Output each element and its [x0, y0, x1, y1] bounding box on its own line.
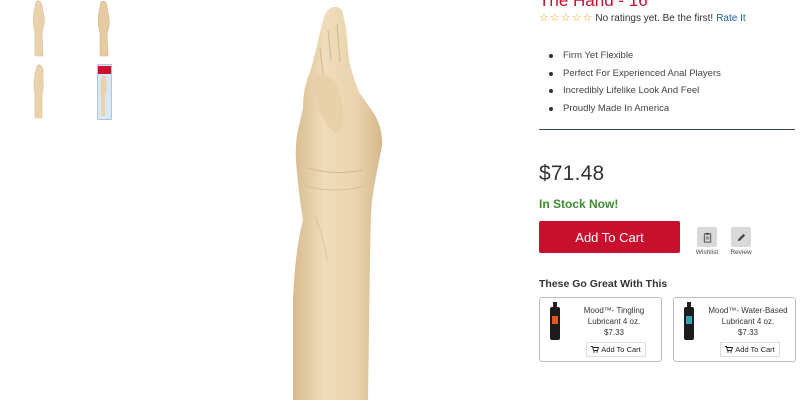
related-product-name[interactable]: Mood™- Water-Based Lubricant 4 oz.	[702, 305, 794, 327]
related-add-to-cart-label: Add To Cart	[601, 345, 641, 354]
thumbnail-1[interactable]	[20, 0, 60, 60]
product-info-panel: The Hand - 16 ☆ ☆ ☆ ☆ ☆ No ratings yet. …	[539, 0, 800, 400]
star-outline-icon[interactable]: ☆	[572, 13, 582, 24]
product-title: The Hand - 16	[539, 0, 648, 10]
lubricant-bottle-image	[683, 302, 695, 340]
rating-row: ☆ ☆ ☆ ☆ ☆ No ratings yet. Be the first! …	[539, 13, 746, 25]
wishlist-label: Wishlist	[695, 249, 719, 256]
product-price: $71.48	[539, 162, 605, 185]
star-outline-icon[interactable]: ☆	[539, 13, 549, 24]
thumbnail-4[interactable]	[84, 62, 124, 122]
product-photo	[293, 6, 383, 400]
rating-text: No ratings yet. Be the first!	[595, 13, 714, 24]
related-product-price: $7.33	[737, 328, 759, 337]
clipboard-icon[interactable]	[697, 227, 717, 247]
product-thumbnail-image	[97, 0, 110, 57]
wishlist-button[interactable]: Wishlist	[693, 227, 721, 256]
thumbnail-gallery	[20, 0, 130, 130]
star-outline-icon[interactable]: ☆	[561, 13, 571, 24]
related-add-to-cart-button[interactable]: Add To Cart	[586, 342, 646, 357]
review-button[interactable]: Review	[727, 227, 755, 256]
feature-item: Perfect For Experienced Anal Players	[549, 65, 721, 83]
related-product-card[interactable]: Mood™- Water-Based Lubricant 4 oz. $7.33…	[673, 297, 796, 362]
star-outline-icon[interactable]: ☆	[550, 13, 560, 24]
section-divider	[539, 129, 795, 130]
cart-icon	[725, 346, 734, 353]
related-product-name[interactable]: Mood™- Tingling Lubricant 4 oz.	[568, 305, 660, 327]
main-product-image	[175, 0, 505, 400]
pencil-icon[interactable]	[731, 227, 751, 247]
product-thumbnail-image	[33, 64, 44, 119]
related-heading: These Go Great With This	[539, 278, 668, 290]
stock-status: In Stock Now!	[539, 197, 619, 211]
star-outline-icon[interactable]: ☆	[583, 13, 593, 24]
add-to-cart-button[interactable]: Add To Cart	[539, 221, 680, 253]
product-thumbnail-image	[32, 0, 45, 57]
feature-item: Incredibly Lifelike Look And Feel	[549, 82, 721, 100]
cart-icon	[591, 346, 600, 353]
related-add-to-cart-button[interactable]: Add To Cart	[720, 342, 780, 357]
rating-stars[interactable]: ☆ ☆ ☆ ☆ ☆	[539, 13, 592, 24]
thumbnail-3[interactable]	[20, 62, 60, 122]
related-add-to-cart-label: Add To Cart	[735, 345, 775, 354]
feature-item: Proudly Made In America	[549, 100, 721, 118]
related-product-card[interactable]: Mood™- Tingling Lubricant 4 oz. $7.33 Ad…	[539, 297, 662, 362]
lubricant-bottle-image	[549, 302, 561, 340]
related-product-price: $7.33	[603, 328, 625, 337]
feature-list: Firm Yet Flexible Perfect For Experience…	[549, 47, 721, 118]
rate-it-link[interactable]: Rate It	[716, 13, 745, 24]
feature-item: Firm Yet Flexible	[549, 47, 721, 65]
packaging-thumbnail-image	[97, 64, 112, 120]
thumbnail-2[interactable]	[84, 0, 124, 60]
review-label: Review	[730, 249, 752, 256]
